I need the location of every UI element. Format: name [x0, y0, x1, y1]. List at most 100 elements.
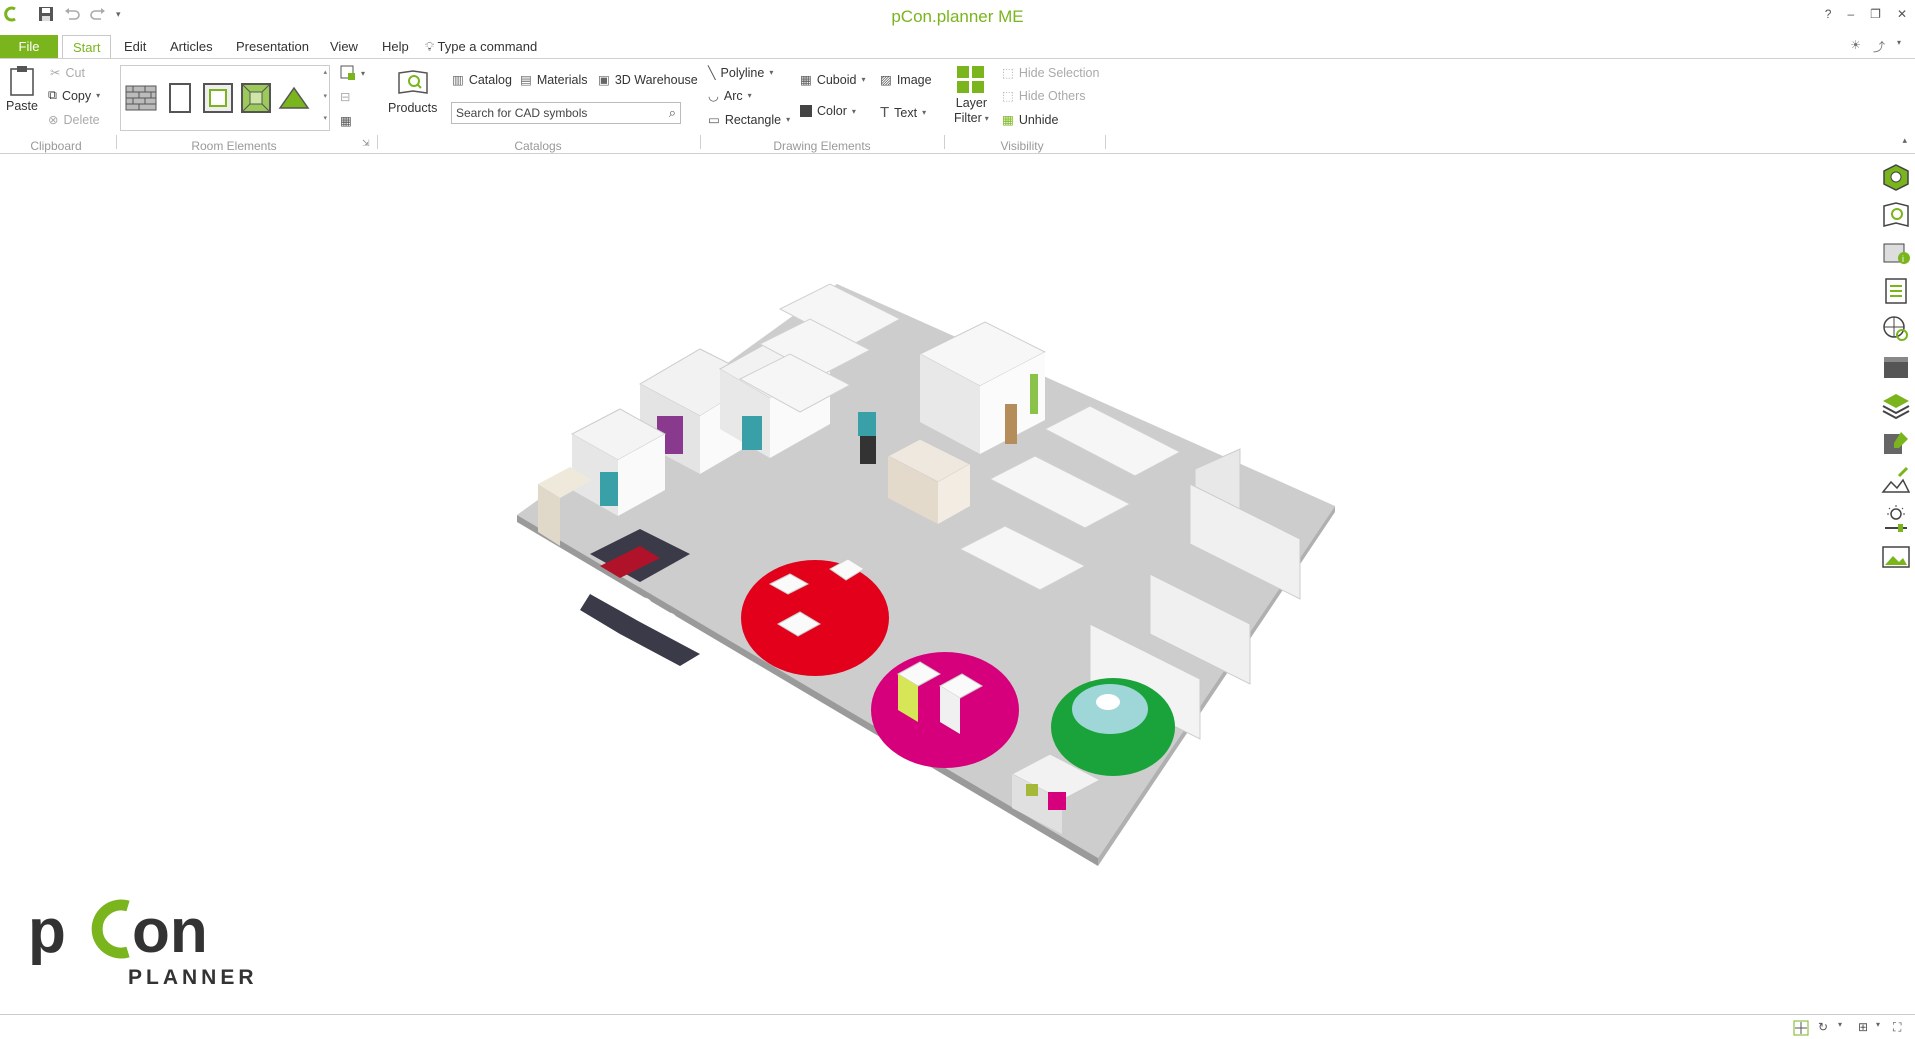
command-search-label: Type a command: [437, 39, 538, 54]
unhide-icon: ▦: [1002, 113, 1014, 127]
layer-grid-icon: [957, 66, 985, 93]
group-expander-icon[interactable]: ⇲: [362, 138, 370, 149]
fullscreen-icon[interactable]: ⛶: [1893, 1020, 1909, 1036]
collapse-ribbon-icon[interactable]: ▴: [1902, 135, 1907, 146]
polyline-button[interactable]: ╲ Polyline ▾: [708, 65, 773, 81]
3d-warehouse-button[interactable]: ▣ 3D Warehouse: [598, 72, 698, 88]
products-button[interactable]: Products: [388, 69, 437, 115]
terrain-edit-icon[interactable]: [1881, 466, 1911, 496]
status-bar: ↻ ▾ ⊞ ▾ ⛶: [0, 1014, 1915, 1039]
archive-box-icon[interactable]: [1881, 352, 1911, 382]
color-button[interactable]: Color ▾: [800, 104, 856, 118]
rotate-dropdown-icon[interactable]: ▾: [1838, 1020, 1854, 1036]
minimize-button[interactable]: –: [1847, 7, 1854, 21]
cut-label: Cut: [65, 65, 85, 80]
snap-icon[interactable]: [1793, 1020, 1809, 1036]
cad-search-box: ⌕: [451, 102, 681, 124]
layout-dropdown-icon[interactable]: ▾: [1876, 1020, 1892, 1036]
floor-icon[interactable]: [240, 82, 272, 114]
material-edit-icon[interactable]: [1881, 428, 1911, 458]
arc-button[interactable]: ◡ Arc ▾: [708, 88, 752, 104]
window-controls: ? – ❐ ✕: [1825, 7, 1907, 21]
room-tool-1[interactable]: ▾: [340, 65, 365, 81]
image-button[interactable]: ▨ Image: [880, 72, 932, 88]
globe-search-icon[interactable]: [1881, 314, 1911, 344]
hide-others-button[interactable]: ⬚ Hide Others: [1002, 88, 1086, 104]
catalog-label: Catalog: [468, 72, 512, 87]
window-title: pCon.planner ME: [891, 7, 1024, 26]
door-icon[interactable]: [164, 82, 196, 114]
layers-icon[interactable]: [1881, 390, 1911, 420]
gallery-scroll-down-icon[interactable]: ▾: [323, 92, 327, 100]
hide-others-label: Hide Others: [1018, 88, 1086, 103]
cuboid-button[interactable]: ▦ Cuboid ▾: [800, 72, 865, 88]
roof-icon[interactable]: [278, 82, 310, 114]
search-icon[interactable]: ⌕: [669, 105, 676, 121]
text-tool-icon: T: [880, 104, 890, 121]
light-settings-icon[interactable]: [1881, 504, 1911, 534]
ribbon: Paste ✂ Cut ⧉ Copy ▾ ⊗ Delete Clipboard: [0, 58, 1915, 154]
hide-selection-icon: ⬚: [1002, 66, 1014, 80]
gallery-scroll-up-icon[interactable]: ▴: [323, 68, 327, 76]
gallery-expand-icon[interactable]: ▾: [323, 114, 327, 122]
delete-label: Delete: [63, 112, 100, 127]
warehouse-label: 3D Warehouse: [614, 72, 698, 87]
image-gallery-icon[interactable]: [1881, 542, 1911, 572]
close-button[interactable]: ✕: [1897, 7, 1907, 21]
floorplan-3d-render: [517, 283, 1335, 866]
room-elements-gallery: ▴ ▾ ▾: [120, 65, 330, 131]
window-element-icon[interactable]: [202, 82, 234, 114]
restore-button[interactable]: ❐: [1870, 7, 1881, 21]
viewport-layout-icon[interactable]: ⊞: [1858, 1020, 1874, 1036]
cad-search-input[interactable]: [452, 103, 652, 123]
layer-filter-label-row: Filter ▾: [954, 111, 989, 125]
tab-edit[interactable]: Edit: [114, 35, 156, 58]
copy-label: Copy: [61, 88, 92, 103]
copy-icon: ⧉: [48, 88, 57, 102]
rotate-view-icon[interactable]: ↻: [1818, 1020, 1834, 1036]
room-split-icon: ⊟: [340, 90, 351, 104]
water-cooler: [858, 412, 876, 464]
tab-help[interactable]: Help: [372, 35, 419, 58]
hide-others-icon: ⬚: [1002, 89, 1014, 103]
tab-start[interactable]: Start: [62, 35, 112, 58]
tab-articles[interactable]: Articles: [160, 35, 223, 58]
delete-button[interactable]: ⊗ Delete: [48, 112, 100, 128]
layer-filter-button[interactable]: Layer Filter ▾: [954, 65, 989, 125]
article-list-icon[interactable]: [1881, 276, 1911, 306]
products-catalog-icon: [397, 70, 428, 94]
chevron-down-icon[interactable]: ▾: [1897, 38, 1901, 55]
products-label: Products: [388, 101, 438, 115]
tab-presentation[interactable]: Presentation: [226, 35, 319, 58]
hide-selection-button[interactable]: ⬚ Hide Selection: [1002, 65, 1099, 81]
rectangle-button[interactable]: ▭ Rectangle ▾: [708, 112, 790, 128]
room-tool-3[interactable]: ▦: [340, 113, 352, 128]
catalog-search-icon[interactable]: [1881, 200, 1911, 230]
command-search[interactable]: 💡︎ Type a command: [425, 35, 537, 58]
cube-settings-icon[interactable]: [1881, 162, 1911, 192]
cuboid-icon: ▦: [800, 73, 812, 87]
cut-button[interactable]: ✂ Cut: [50, 65, 85, 81]
group-room-elements: Room Elements: [191, 139, 277, 153]
copy-button[interactable]: ⧉ Copy ▾: [48, 88, 100, 103]
delete-icon: ⊗: [48, 113, 59, 127]
layer-filter-dropdown-icon: ▾: [984, 113, 989, 123]
paste-button[interactable]: Paste: [6, 65, 38, 113]
text-button[interactable]: T Text ▾: [880, 104, 926, 121]
share-icon[interactable]: ⤴: [1873, 38, 1885, 55]
sun-icon[interactable]: ☀: [1850, 38, 1861, 55]
catalog-button[interactable]: ▥ Catalog: [452, 72, 512, 88]
tab-file[interactable]: File: [0, 35, 58, 58]
tab-view[interactable]: View: [320, 35, 368, 58]
layer-filter-label-2: Filter: [954, 111, 982, 125]
article-info-icon[interactable]: i: [1881, 238, 1911, 268]
room-tool-2[interactable]: ⊟: [340, 89, 350, 104]
help-button[interactable]: ?: [1825, 7, 1832, 21]
3d-viewport[interactable]: [0, 154, 1875, 1014]
catalog-icon: ▥: [452, 73, 464, 87]
unhide-button[interactable]: ▦ Unhide: [1002, 112, 1058, 128]
copy-dropdown-icon: ▾: [96, 91, 101, 100]
wall-icon[interactable]: [125, 82, 157, 114]
separator: [700, 135, 701, 149]
materials-button[interactable]: ▤ Materials: [520, 72, 588, 88]
